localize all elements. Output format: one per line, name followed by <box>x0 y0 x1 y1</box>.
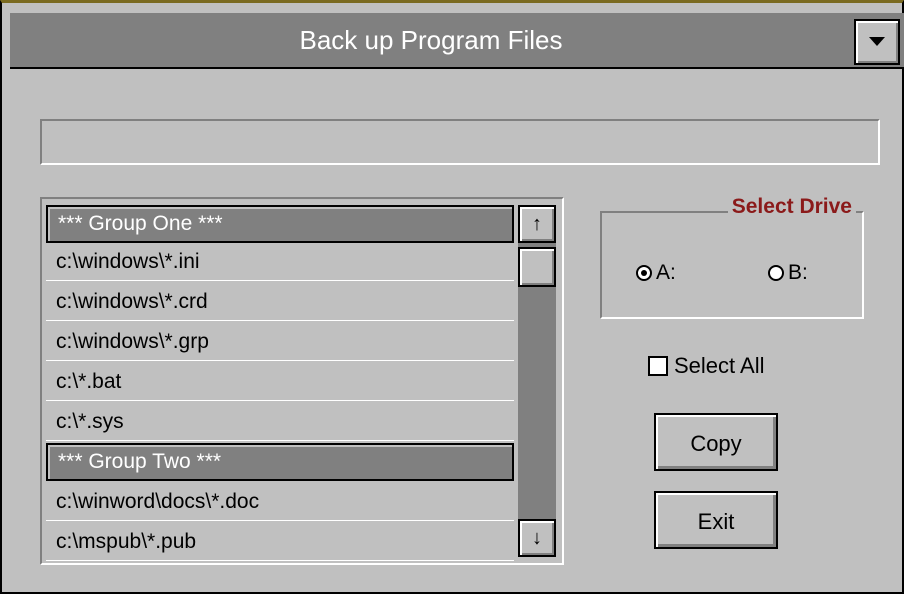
radio-unchecked-icon[interactable] <box>768 265 784 281</box>
window-title: Back up Program Files <box>299 25 563 55</box>
list-item[interactable]: c:\mspub\*.pub <box>46 523 514 561</box>
scroll-up-arrow-icon[interactable]: ↑ <box>518 205 556 243</box>
drive-b-radio[interactable]: B: <box>768 261 808 285</box>
list-scrollbar[interactable]: ↑ ↓ <box>518 205 556 557</box>
title-bar: Back up Program Files <box>10 13 904 69</box>
file-list[interactable]: *** Group One *** c:\windows\*.ini c:\wi… <box>40 197 564 565</box>
status-field <box>40 119 880 165</box>
radio-checked-icon[interactable] <box>636 265 652 281</box>
list-group-header[interactable]: *** Group One *** <box>46 205 514 243</box>
select-drive-group: Select Drive A: B: <box>600 195 864 319</box>
list-item[interactable]: c:\windows\*.grp <box>46 323 514 361</box>
list-group-header[interactable]: *** Group Two *** <box>46 443 514 481</box>
list-item[interactable]: c:\windows\*.crd <box>46 283 514 321</box>
drive-a-label: A: <box>656 261 676 284</box>
checkbox-unchecked-icon[interactable] <box>648 356 668 376</box>
list-item[interactable]: c:\windows\*.ini <box>46 243 514 281</box>
list-item[interactable]: c:\winword\docs\*.doc <box>46 483 514 521</box>
select-all-label: Select All <box>674 353 765 378</box>
exit-button[interactable]: Exit <box>654 491 778 549</box>
drive-a-radio[interactable]: A: <box>636 261 676 285</box>
copy-button[interactable]: Copy <box>654 413 778 471</box>
select-all-checkbox[interactable]: Select All <box>648 353 765 379</box>
drive-b-label: B: <box>788 261 808 284</box>
backup-window: Back up Program Files *** Group One *** … <box>0 0 904 594</box>
scroll-down-arrow-icon[interactable]: ↓ <box>518 519 556 557</box>
select-drive-title: Select Drive <box>727 195 856 219</box>
window-menu-button[interactable] <box>854 19 900 65</box>
list-item[interactable]: c:\*.sys <box>46 403 514 441</box>
list-item[interactable]: c:\*.bat <box>46 363 514 401</box>
scroll-thumb[interactable] <box>518 247 556 287</box>
